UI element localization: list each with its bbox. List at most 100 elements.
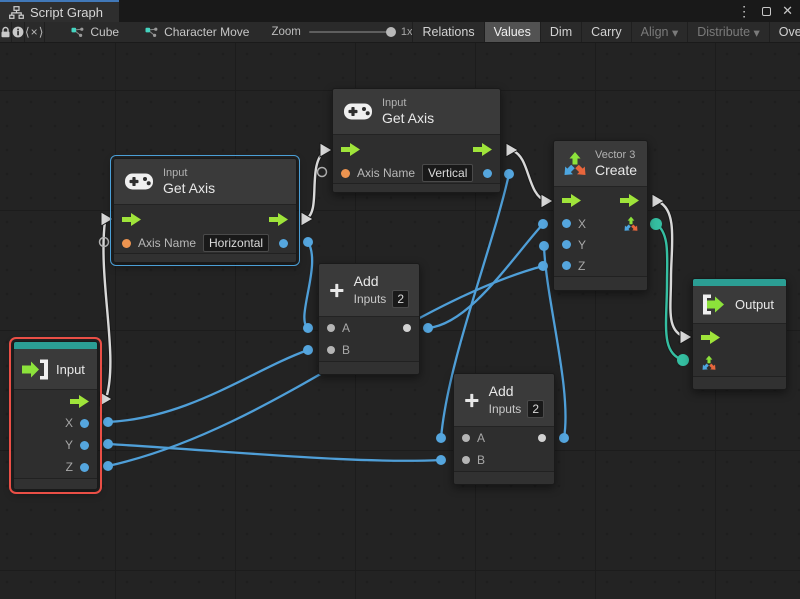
flow-in-arrow[interactable]: [562, 194, 581, 207]
b-input-port[interactable]: [462, 456, 470, 464]
tab-bar: Script Graph ⋮ ✕: [0, 0, 800, 22]
maximize-icon[interactable]: [762, 7, 771, 16]
flow-in-arrow[interactable]: [701, 331, 720, 344]
carry-button[interactable]: Carry: [581, 22, 631, 42]
sum-output-port[interactable]: [403, 324, 411, 332]
node-footer: [114, 253, 296, 262]
vector3-input-port[interactable]: [701, 355, 717, 371]
breadcrumb-character-move[interactable]: Character Move: [145, 22, 249, 42]
tab-script-graph[interactable]: Script Graph: [0, 0, 119, 22]
node-category: Vector 3: [595, 148, 637, 162]
wire-horizontal-to-add1-a: [304, 242, 312, 328]
axis-name-field[interactable]: Vertical: [422, 164, 473, 182]
values-button[interactable]: Values: [484, 22, 540, 42]
info-button[interactable]: [12, 22, 25, 42]
relations-button[interactable]: Relations: [412, 22, 483, 42]
breadcrumb-label: Character Move: [164, 25, 249, 39]
node-category: Input: [163, 166, 215, 180]
param-label: Axis Name: [357, 166, 415, 180]
vector3-icon: [562, 151, 588, 177]
dim-button[interactable]: Dim: [540, 22, 581, 42]
node-title: Get Axis: [163, 180, 215, 197]
flow-out-arrow[interactable]: [473, 143, 492, 156]
distribute-dropdown[interactable]: Distribute ▾: [687, 22, 769, 42]
input-icon: [22, 359, 49, 380]
wire-inputx-to-add1-b: [108, 350, 308, 422]
inputs-count-field[interactable]: 2: [392, 290, 409, 308]
kebab-menu-icon[interactable]: ⋮: [737, 0, 751, 22]
close-icon[interactable]: ✕: [782, 0, 793, 22]
breadcrumb-label: Cube: [90, 25, 119, 39]
vector3-output-port[interactable]: [623, 216, 639, 232]
node-output[interactable]: Output: [692, 278, 787, 390]
node-footer: [554, 276, 647, 290]
node-category: Input: [382, 96, 434, 110]
port-label-x: X: [65, 416, 73, 430]
zoom-slider[interactable]: [309, 31, 393, 33]
value-output-port[interactable]: [483, 169, 492, 178]
graph-toolbar: ⟨×⟩ Cube Character Move Zoom: [0, 22, 800, 43]
output-icon: [701, 294, 727, 315]
port-label-y: Y: [578, 238, 586, 252]
chevron-down-icon: ▾: [754, 25, 760, 40]
gamepad-icon: [124, 172, 154, 191]
graph-canvas[interactable]: Input Get Axis Axis Name Vertical: [0, 43, 800, 599]
node-footer: [333, 183, 500, 192]
plus-icon: [329, 278, 345, 303]
node-get-axis-horizontal[interactable]: Input Get Axis Axis Name Horizontal: [113, 158, 297, 263]
flow-out-arrow[interactable]: [269, 213, 288, 226]
wire-add1-to-vector3-x: [428, 224, 543, 328]
node-get-axis-vertical[interactable]: Input Get Axis Axis Name Vertical: [332, 88, 501, 193]
code-view-button[interactable]: ⟨×⟩: [25, 22, 45, 42]
align-dropdown[interactable]: Align ▾: [631, 22, 688, 42]
port-label-a: A: [477, 431, 485, 445]
inputs-label: Inputs: [489, 402, 522, 416]
axis-name-port[interactable]: [341, 169, 350, 178]
flow-in-arrow[interactable]: [341, 143, 360, 156]
port-label-b: B: [342, 343, 350, 357]
a-input-port[interactable]: [462, 434, 470, 442]
zoom-slider-knob[interactable]: [386, 27, 396, 37]
node-title: Get Axis: [382, 110, 434, 127]
port-label-x: X: [578, 217, 586, 231]
y-input-port[interactable]: [562, 240, 571, 249]
axis-name-field[interactable]: Horizontal: [203, 234, 269, 252]
b-input-port[interactable]: [327, 346, 335, 354]
x-input-port[interactable]: [562, 219, 571, 228]
node-title: Output: [735, 296, 774, 313]
y-output-port[interactable]: [80, 441, 89, 450]
plus-icon: [464, 388, 480, 413]
z-input-port[interactable]: [562, 261, 571, 270]
port-label-a: A: [342, 321, 350, 335]
node-footer: [319, 361, 419, 374]
flow-out-arrow[interactable]: [620, 194, 639, 207]
gamepad-icon: [343, 102, 373, 121]
node-add-2[interactable]: Add Inputs 2 A B: [453, 373, 555, 485]
lock-icon: [0, 26, 11, 38]
node-footer: [693, 376, 786, 389]
flow-out-arrow[interactable]: [70, 395, 89, 408]
z-output-port[interactable]: [80, 463, 89, 472]
node-vector3-create[interactable]: Vector 3 Create X Y Z: [553, 140, 648, 291]
breadcrumb-cube[interactable]: Cube: [71, 22, 119, 42]
overview-button[interactable]: Overview: [769, 22, 800, 42]
a-input-port[interactable]: [327, 324, 335, 332]
tab-label: Script Graph: [30, 5, 103, 20]
node-add-1[interactable]: Add Inputs 2 A B: [318, 263, 420, 375]
script-graph-icon: [9, 6, 24, 19]
unconnected-socket[interactable]: [318, 168, 327, 177]
axis-name-port[interactable]: [122, 239, 131, 248]
node-title-bar: [693, 279, 786, 286]
graph-node-icon: [71, 27, 84, 38]
inputs-count-field[interactable]: 2: [527, 400, 544, 418]
flow-in-arrow[interactable]: [122, 213, 141, 226]
node-title: Input: [56, 361, 85, 378]
value-output-port[interactable]: [279, 239, 288, 248]
node-input[interactable]: Input X Y Z: [13, 341, 98, 490]
x-output-port[interactable]: [80, 419, 89, 428]
sum-output-port[interactable]: [538, 434, 546, 442]
inputs-label: Inputs: [354, 292, 387, 306]
lock-button[interactable]: [0, 22, 12, 42]
graph-node-icon: [145, 27, 158, 38]
zoom-value: 1x: [401, 26, 413, 38]
